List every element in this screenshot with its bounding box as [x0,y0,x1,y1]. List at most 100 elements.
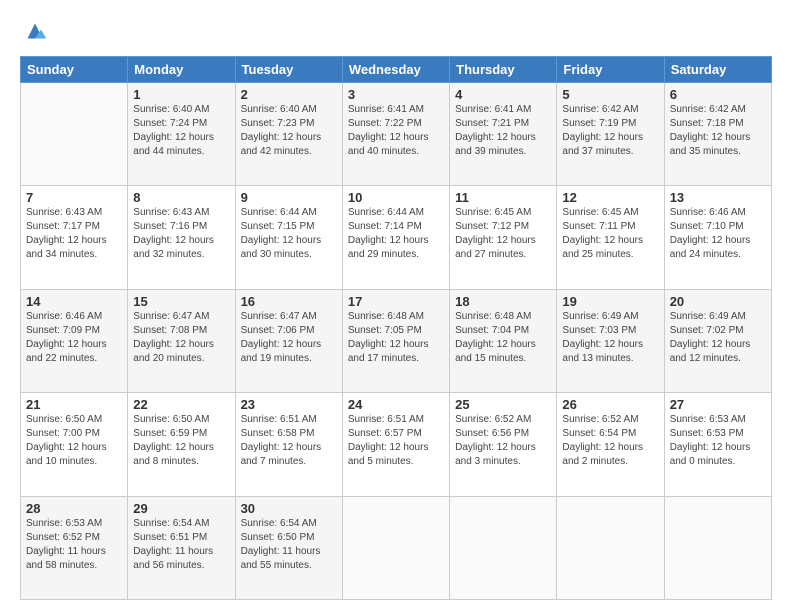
day-number: 5 [562,87,658,102]
day-number: 23 [241,397,337,412]
day-number: 12 [562,190,658,205]
calendar-cell: 15Sunrise: 6:47 AM Sunset: 7:08 PM Dayli… [128,289,235,392]
day-number: 9 [241,190,337,205]
day-info: Sunrise: 6:53 AM Sunset: 6:52 PM Dayligh… [26,517,122,573]
day-number: 18 [455,294,551,309]
calendar-cell: 2Sunrise: 6:40 AM Sunset: 7:23 PM Daylig… [235,83,342,186]
day-number: 20 [670,294,766,309]
day-info: Sunrise: 6:41 AM Sunset: 7:22 PM Dayligh… [348,103,444,159]
day-number: 11 [455,190,551,205]
day-info: Sunrise: 6:42 AM Sunset: 7:18 PM Dayligh… [670,103,766,159]
day-info: Sunrise: 6:54 AM Sunset: 6:51 PM Dayligh… [133,517,229,573]
calendar-cell: 11Sunrise: 6:45 AM Sunset: 7:12 PM Dayli… [450,186,557,289]
calendar-cell: 28Sunrise: 6:53 AM Sunset: 6:52 PM Dayli… [21,496,128,599]
day-info: Sunrise: 6:49 AM Sunset: 7:02 PM Dayligh… [670,310,766,366]
calendar-week-row: 1Sunrise: 6:40 AM Sunset: 7:24 PM Daylig… [21,83,772,186]
day-info: Sunrise: 6:47 AM Sunset: 7:06 PM Dayligh… [241,310,337,366]
calendar-cell: 18Sunrise: 6:48 AM Sunset: 7:04 PM Dayli… [450,289,557,392]
day-number: 15 [133,294,229,309]
calendar-header-tuesday: Tuesday [235,57,342,83]
day-info: Sunrise: 6:48 AM Sunset: 7:05 PM Dayligh… [348,310,444,366]
calendar-cell: 10Sunrise: 6:44 AM Sunset: 7:14 PM Dayli… [342,186,449,289]
day-number: 3 [348,87,444,102]
calendar-cell [21,83,128,186]
day-number: 26 [562,397,658,412]
calendar-cell: 8Sunrise: 6:43 AM Sunset: 7:16 PM Daylig… [128,186,235,289]
calendar-cell: 27Sunrise: 6:53 AM Sunset: 6:53 PM Dayli… [664,393,771,496]
calendar-cell: 23Sunrise: 6:51 AM Sunset: 6:58 PM Dayli… [235,393,342,496]
day-info: Sunrise: 6:53 AM Sunset: 6:53 PM Dayligh… [670,413,766,469]
day-number: 16 [241,294,337,309]
calendar-header-wednesday: Wednesday [342,57,449,83]
day-info: Sunrise: 6:46 AM Sunset: 7:10 PM Dayligh… [670,206,766,262]
day-info: Sunrise: 6:41 AM Sunset: 7:21 PM Dayligh… [455,103,551,159]
calendar-header-saturday: Saturday [664,57,771,83]
calendar-cell: 29Sunrise: 6:54 AM Sunset: 6:51 PM Dayli… [128,496,235,599]
calendar-cell [342,496,449,599]
calendar-cell: 5Sunrise: 6:42 AM Sunset: 7:19 PM Daylig… [557,83,664,186]
day-number: 14 [26,294,122,309]
day-info: Sunrise: 6:52 AM Sunset: 6:56 PM Dayligh… [455,413,551,469]
calendar-header-thursday: Thursday [450,57,557,83]
calendar-cell: 12Sunrise: 6:45 AM Sunset: 7:11 PM Dayli… [557,186,664,289]
page: SundayMondayTuesdayWednesdayThursdayFrid… [0,0,792,612]
calendar-week-row: 28Sunrise: 6:53 AM Sunset: 6:52 PM Dayli… [21,496,772,599]
day-number: 6 [670,87,766,102]
day-info: Sunrise: 6:52 AM Sunset: 6:54 PM Dayligh… [562,413,658,469]
calendar-week-row: 21Sunrise: 6:50 AM Sunset: 7:00 PM Dayli… [21,393,772,496]
day-info: Sunrise: 6:45 AM Sunset: 7:11 PM Dayligh… [562,206,658,262]
calendar-cell: 7Sunrise: 6:43 AM Sunset: 7:17 PM Daylig… [21,186,128,289]
calendar-cell: 22Sunrise: 6:50 AM Sunset: 6:59 PM Dayli… [128,393,235,496]
day-number: 10 [348,190,444,205]
day-number: 25 [455,397,551,412]
calendar-cell: 30Sunrise: 6:54 AM Sunset: 6:50 PM Dayli… [235,496,342,599]
day-info: Sunrise: 6:49 AM Sunset: 7:03 PM Dayligh… [562,310,658,366]
calendar-week-row: 14Sunrise: 6:46 AM Sunset: 7:09 PM Dayli… [21,289,772,392]
day-info: Sunrise: 6:50 AM Sunset: 7:00 PM Dayligh… [26,413,122,469]
calendar-cell: 14Sunrise: 6:46 AM Sunset: 7:09 PM Dayli… [21,289,128,392]
day-number: 24 [348,397,444,412]
day-number: 8 [133,190,229,205]
day-number: 13 [670,190,766,205]
calendar-header-friday: Friday [557,57,664,83]
day-info: Sunrise: 6:44 AM Sunset: 7:14 PM Dayligh… [348,206,444,262]
calendar-cell [664,496,771,599]
header [20,16,772,46]
calendar-cell: 26Sunrise: 6:52 AM Sunset: 6:54 PM Dayli… [557,393,664,496]
day-info: Sunrise: 6:43 AM Sunset: 7:16 PM Dayligh… [133,206,229,262]
logo-icon [20,16,50,46]
calendar-cell [557,496,664,599]
day-number: 19 [562,294,658,309]
day-info: Sunrise: 6:43 AM Sunset: 7:17 PM Dayligh… [26,206,122,262]
day-number: 2 [241,87,337,102]
day-info: Sunrise: 6:42 AM Sunset: 7:19 PM Dayligh… [562,103,658,159]
day-number: 29 [133,501,229,516]
calendar-cell: 9Sunrise: 6:44 AM Sunset: 7:15 PM Daylig… [235,186,342,289]
calendar-cell: 16Sunrise: 6:47 AM Sunset: 7:06 PM Dayli… [235,289,342,392]
day-number: 4 [455,87,551,102]
calendar-cell: 20Sunrise: 6:49 AM Sunset: 7:02 PM Dayli… [664,289,771,392]
calendar-week-row: 7Sunrise: 6:43 AM Sunset: 7:17 PM Daylig… [21,186,772,289]
calendar-cell: 1Sunrise: 6:40 AM Sunset: 7:24 PM Daylig… [128,83,235,186]
calendar-table: SundayMondayTuesdayWednesdayThursdayFrid… [20,56,772,600]
calendar-cell: 24Sunrise: 6:51 AM Sunset: 6:57 PM Dayli… [342,393,449,496]
day-number: 21 [26,397,122,412]
calendar-header-monday: Monday [128,57,235,83]
calendar-cell: 21Sunrise: 6:50 AM Sunset: 7:00 PM Dayli… [21,393,128,496]
day-info: Sunrise: 6:40 AM Sunset: 7:23 PM Dayligh… [241,103,337,159]
day-info: Sunrise: 6:45 AM Sunset: 7:12 PM Dayligh… [455,206,551,262]
calendar-header-row: SundayMondayTuesdayWednesdayThursdayFrid… [21,57,772,83]
day-number: 7 [26,190,122,205]
day-info: Sunrise: 6:47 AM Sunset: 7:08 PM Dayligh… [133,310,229,366]
day-number: 1 [133,87,229,102]
day-info: Sunrise: 6:50 AM Sunset: 6:59 PM Dayligh… [133,413,229,469]
calendar-cell: 4Sunrise: 6:41 AM Sunset: 7:21 PM Daylig… [450,83,557,186]
day-number: 22 [133,397,229,412]
day-info: Sunrise: 6:46 AM Sunset: 7:09 PM Dayligh… [26,310,122,366]
day-info: Sunrise: 6:44 AM Sunset: 7:15 PM Dayligh… [241,206,337,262]
calendar-cell: 19Sunrise: 6:49 AM Sunset: 7:03 PM Dayli… [557,289,664,392]
day-number: 30 [241,501,337,516]
day-info: Sunrise: 6:54 AM Sunset: 6:50 PM Dayligh… [241,517,337,573]
day-info: Sunrise: 6:51 AM Sunset: 6:57 PM Dayligh… [348,413,444,469]
logo [20,16,54,46]
